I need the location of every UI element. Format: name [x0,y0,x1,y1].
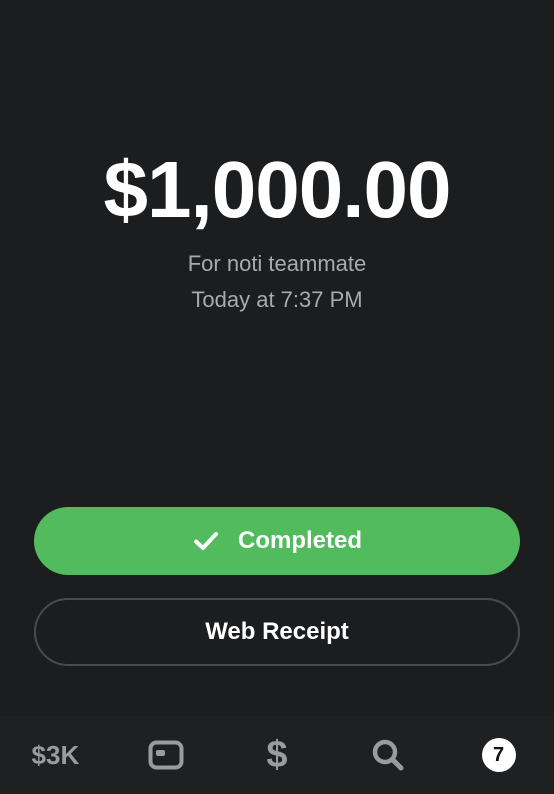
tab-card[interactable] [126,725,206,785]
bottom-tab-bar: $3K $ 7 [0,716,554,794]
payment-amount: $1,000.00 [103,145,452,234]
card-icon [148,740,184,770]
completed-status-label: Completed [237,527,362,554]
web-receipt-button[interactable]: Web Receipt [34,598,520,666]
completed-status-button[interactable]: Completed [34,507,520,575]
web-receipt-label: Web Receipt [205,618,349,645]
tab-pay[interactable]: $ [237,725,317,785]
checkmark-icon [193,532,218,550]
dollar-icon: $ [266,733,288,776]
activity-badge: 7 [481,738,516,772]
search-icon [372,739,404,771]
tab-activity[interactable]: 7 [459,725,539,785]
tab-search[interactable] [348,725,428,785]
payment-note: For noti teammate [187,251,367,276]
balance-label: $3K [31,739,80,770]
payment-timestamp: Today at 7:37 PM [191,287,363,312]
payment-detail-screen: $1,000.00 For noti teammate Today at 7:3… [0,0,554,794]
tab-balance[interactable]: $3K [15,725,95,785]
